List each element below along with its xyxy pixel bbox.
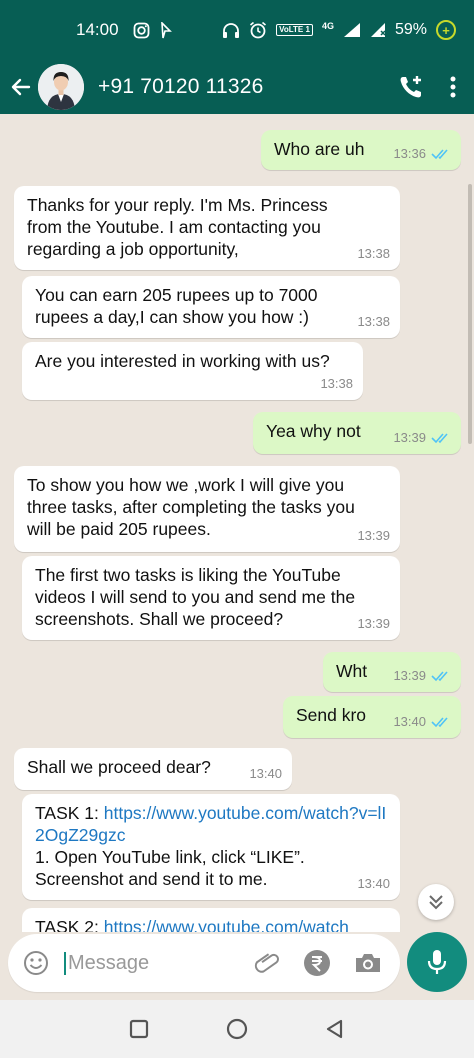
message-text: Shall we proceed dear? — [27, 757, 211, 777]
message-incoming[interactable]: Shall we proceed dear? 13:40 — [14, 748, 292, 790]
message-text: Yea why not — [266, 421, 361, 441]
scrollbar[interactable] — [468, 184, 472, 444]
message-input-box[interactable] — [8, 934, 400, 992]
message-incoming[interactable]: To show you how we ,work I will give you… — [14, 466, 400, 552]
signal-2-icon — [370, 23, 386, 37]
message-text: Are you interested in working with us? — [35, 351, 330, 371]
message-time: 13:39 — [357, 528, 390, 543]
message-time: 13:39 — [393, 430, 426, 445]
home-icon[interactable] — [226, 1018, 248, 1040]
message-time: 13:38 — [357, 246, 390, 261]
recents-icon[interactable] — [129, 1019, 149, 1039]
profile-photo — [38, 64, 84, 110]
message-time: 13:38 — [357, 314, 390, 329]
chat-area[interactable]: Who are uh 13:36 Thanks for your reply. … — [0, 114, 474, 940]
message-text: TASK 1: — [35, 803, 104, 823]
rupee-icon[interactable] — [302, 948, 332, 978]
instagram-icon — [133, 22, 149, 38]
more-vert-icon[interactable] — [450, 75, 456, 99]
add-call-icon[interactable] — [398, 74, 424, 100]
message-text: The first two tasks is liking the YouTub… — [35, 565, 356, 629]
back-arrow-icon — [11, 78, 31, 96]
chat-header: +91 70120 11326 — [0, 60, 474, 114]
composer — [0, 932, 474, 996]
read-ticks-icon — [431, 149, 448, 160]
attach-icon[interactable] — [254, 950, 280, 976]
message-outgoing[interactable]: Wht 13:39 — [323, 652, 461, 692]
alarm-icon — [250, 21, 267, 39]
message-incoming[interactable]: The first two tasks is liking the YouTub… — [22, 556, 400, 640]
scroll-to-bottom-button[interactable] — [418, 884, 454, 920]
message-incoming[interactable]: You can earn 205 rupees up to 7000 rupee… — [22, 276, 400, 338]
back-nav-icon[interactable] — [325, 1019, 345, 1039]
headphones-icon — [223, 23, 240, 38]
status-bar: 14:00 VoLTE 1 4G 59% + — [0, 0, 474, 60]
status-time: 14:00 — [76, 20, 119, 39]
message-time: 13:39 — [393, 668, 426, 683]
message-outgoing[interactable]: Yea why not 13:39 — [253, 412, 461, 454]
navigation-icon — [160, 21, 172, 38]
read-ticks-icon — [431, 717, 448, 728]
message-time: 13:38 — [320, 376, 353, 391]
message-incoming[interactable]: TASK 1: https://www.youtube.com/watch?v=… — [22, 794, 400, 900]
battery-percent: 59% — [394, 21, 427, 38]
mic-icon — [427, 950, 447, 974]
mic-button[interactable] — [407, 932, 467, 992]
message-text: To show you how we ,work I will give you… — [27, 475, 355, 539]
message-time: 13:36 — [393, 146, 426, 161]
message-text: Send kro — [296, 705, 367, 725]
signal-icon — [343, 23, 360, 37]
double-chevron-down-icon — [429, 895, 443, 910]
network-type: 4G — [321, 21, 334, 31]
camera-icon[interactable] — [354, 951, 382, 975]
message-incoming[interactable]: Are you interested in working with us? 1… — [22, 342, 363, 400]
message-text: Thanks for your reply. I'm Ms. Princess … — [27, 195, 328, 259]
message-text: 1. Open YouTube link, click “LIKE”. Scre… — [35, 847, 305, 889]
message-incoming[interactable]: Thanks for your reply. I'm Ms. Princess … — [14, 186, 400, 270]
message-time: 13:40 — [393, 714, 426, 729]
message-time: 13:40 — [357, 876, 390, 891]
contact-name[interactable]: +91 70120 11326 — [98, 75, 264, 99]
battery-icon: + — [436, 20, 456, 40]
read-ticks-icon — [431, 433, 448, 444]
message-time: 13:39 — [357, 616, 390, 631]
message-outgoing[interactable]: Send kro 13:40 — [283, 696, 461, 738]
volte-icon: VoLTE 1 — [276, 24, 313, 36]
system-nav-bar — [0, 1000, 474, 1058]
message-text: Wht — [336, 661, 368, 681]
emoji-icon[interactable] — [22, 949, 50, 977]
message-input[interactable] — [64, 951, 214, 975]
read-ticks-icon — [431, 671, 448, 682]
avatar[interactable] — [38, 64, 84, 110]
message-text: Who are uh — [274, 139, 365, 159]
message-outgoing[interactable]: Who are uh 13:36 — [261, 130, 461, 170]
message-time: 13:40 — [249, 766, 282, 781]
back-button[interactable] — [2, 60, 40, 114]
message-text: You can earn 205 rupees up to 7000 rupee… — [35, 285, 318, 327]
